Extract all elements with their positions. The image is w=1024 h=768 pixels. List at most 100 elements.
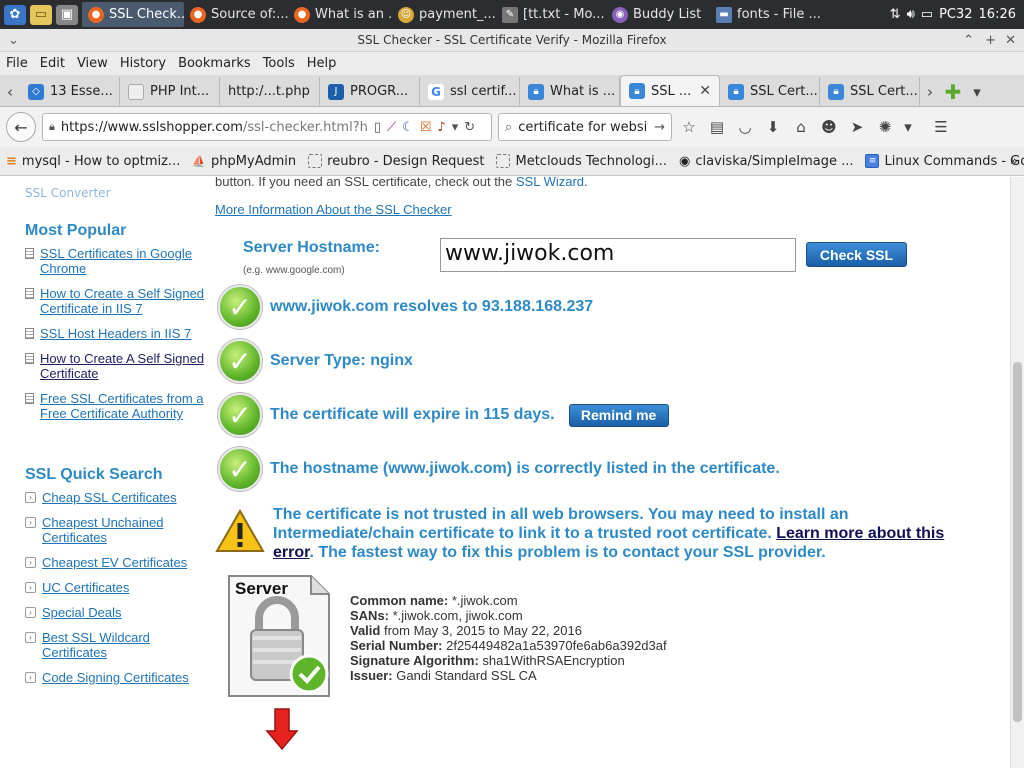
menu-view[interactable]: View [77, 56, 108, 71]
bookmark-star-icon[interactable]: ☆ [678, 116, 700, 138]
bookmark-label: reubro - Design Request [327, 153, 485, 169]
menu-bar: File Edit View History Bookmarks Tools H… [0, 52, 1024, 75]
file-manager-launcher-icon[interactable]: ▭ [30, 4, 52, 25]
result-text: Server Type: nginx [270, 352, 413, 369]
extension-icon-2[interactable]: ☾ [402, 120, 414, 135]
bookmark-phpmyadmin[interactable]: ⛵ phpMyAdmin [192, 154, 296, 169]
tab-progr[interactable]: J PROGR... [320, 77, 420, 106]
hamburger-menu-icon[interactable]: ☰ [930, 116, 952, 138]
reload-icon[interactable]: ↻ [464, 120, 475, 135]
url-dropdown-icon[interactable]: ▾ [452, 120, 459, 135]
task-ssl-checker[interactable]: ● SSL Check... [82, 2, 184, 27]
tab-scroll-left-icon[interactable]: ‹ [0, 77, 20, 106]
close-window-icon[interactable]: ✕ [1005, 29, 1016, 52]
remind-me-button[interactable]: Remind me [568, 403, 669, 427]
quick-link[interactable]: Best SSL Wildcard Certificates [42, 630, 205, 660]
popular-link[interactable]: Free SSL Certificates from a Free Certif… [40, 391, 205, 421]
url-bar[interactable]: 🔒︎ https://www.sslshopper.com/ssl-checke… [42, 113, 492, 141]
popular-link[interactable]: SSL Host Headers in IIS 7 [40, 326, 191, 341]
reading-list-icon[interactable]: ▤ [706, 116, 728, 138]
volume-icon[interactable]: 🔊︎ [907, 7, 915, 22]
github-icon: ◉ [679, 153, 691, 169]
task-payment[interactable]: ☺ payment_... [392, 2, 496, 27]
quick-link[interactable]: UC Certificates [42, 580, 129, 595]
tab-ssl-certif[interactable]: G ssl certif... [420, 77, 520, 106]
more-info-link[interactable]: More Information About the SSL Checker [215, 202, 452, 217]
search-input[interactable]: certificate for website [518, 120, 648, 135]
search-bar[interactable]: ⌕ certificate for website → [498, 113, 672, 141]
keyboard-icon[interactable]: ▭ [921, 7, 933, 22]
page-scrollbar[interactable] [1010, 177, 1024, 768]
quick-link[interactable]: Cheapest EV Certificates [42, 555, 187, 570]
tab-what-is[interactable]: 🔒︎ What is ... [520, 77, 620, 106]
tab-php-int[interactable]: PHP Int... [120, 77, 220, 106]
quick-link[interactable]: Special Deals [42, 605, 122, 620]
home-icon[interactable]: ⌂ [790, 116, 812, 138]
ssl-converter-link[interactable]: SSL Converter [25, 186, 111, 200]
quick-link[interactable]: Cheapest Unchained Certificates [42, 515, 205, 545]
clock[interactable]: 16:26 [979, 7, 1016, 22]
quick-link[interactable]: Code Signing Certificates [42, 670, 189, 685]
tab-scroll-right-icon[interactable]: › [920, 77, 940, 106]
menu-bookmarks[interactable]: Bookmarks [178, 56, 251, 71]
downloads-icon[interactable]: ⬇ [762, 116, 784, 138]
popular-link[interactable]: SSL Certificates in Google Chrome [40, 246, 205, 276]
chat-icon[interactable]: ☻ [818, 116, 840, 138]
send-icon[interactable]: ➤ [846, 116, 868, 138]
bookmark-reubro[interactable]: reubro - Design Request [308, 154, 484, 169]
extension-icon-1[interactable]: ⟋ [387, 120, 396, 135]
tab-13-esse[interactable]: ◇ 13 Esse... [20, 77, 120, 106]
minimize-icon[interactable]: ⌃ [963, 29, 974, 52]
bookmark-label: Metclouds Technologi... [515, 153, 668, 169]
popular-link[interactable]: How to Create A Self Signed Certificate [40, 351, 205, 381]
desktop-launcher-icon[interactable]: ▣ [56, 4, 78, 25]
menu-edit[interactable]: Edit [40, 56, 65, 71]
window-menu-icon[interactable]: ⌄ [8, 29, 19, 52]
menu-file[interactable]: File [6, 56, 28, 71]
hostname-input[interactable]: www.jiwok.com [440, 238, 796, 272]
quick-link[interactable]: Cheap SSL Certificates [42, 490, 177, 505]
close-tab-icon[interactable]: ✕ [699, 83, 711, 99]
task-tt-txt[interactable]: ✎ [tt.txt - Mo... [496, 2, 606, 27]
task-fonts[interactable]: ▬ fonts - File ... [710, 2, 822, 27]
menu-help[interactable]: Help [307, 56, 337, 71]
check-ssl-button[interactable]: Check SSL [806, 242, 907, 267]
extension-dropdown-icon[interactable]: ▾ [902, 116, 914, 138]
task-buddy-list[interactable]: ◉ Buddy List [606, 2, 710, 27]
maximize-icon[interactable]: + [985, 29, 996, 52]
network-icon[interactable]: ⇅ [890, 7, 901, 22]
pocket-icon[interactable]: ◡ [734, 116, 756, 138]
window-titlebar[interactable]: ⌄ SSL Checker - SSL Certificate Verify -… [0, 29, 1024, 52]
tab-http-php[interactable]: http:/...t.php [220, 77, 320, 106]
menu-history[interactable]: History [120, 56, 166, 71]
bookmark-linux-commands[interactable]: ≡ Linux Commands - Go... [865, 154, 1024, 169]
bookmark-mysql[interactable]: ≡ mysql - How to optmiz... [6, 154, 180, 169]
bookmark-metclouds[interactable]: Metclouds Technologi... [496, 154, 667, 169]
tab-ssl-cert-2[interactable]: 🔒︎ SSL Cert... [820, 77, 920, 106]
system-tray: ⇅ 🔊︎ ▭ PC32 16:26 [890, 0, 1024, 29]
task-source-of[interactable]: ● Source of:... [184, 2, 288, 27]
menu-tools[interactable]: Tools [263, 56, 295, 71]
extension-icon-4[interactable]: ♪ [437, 120, 445, 135]
extension-icon-3[interactable]: ☒ [420, 120, 432, 135]
search-go-icon[interactable]: → [654, 120, 665, 135]
valid-label: Valid [350, 623, 381, 638]
new-tab-icon[interactable]: ✚ [940, 77, 966, 106]
tab-ssl-active[interactable]: 🔒︎ SSL ... ✕ [620, 75, 720, 106]
bookmark-simpleimage[interactable]: ◉ claviska/SimpleImage ... [679, 154, 853, 169]
back-button[interactable]: ← [6, 112, 36, 142]
result-hostname-listed: ✓ The hostname (www.jiwok.com) is correc… [218, 447, 780, 491]
bookmarks-overflow-icon[interactable]: » [1010, 154, 1018, 169]
scrollbar-thumb[interactable] [1013, 362, 1022, 722]
task-what-is[interactable]: ● What is an ... [288, 2, 392, 27]
app-menu-icon[interactable]: ✿ [4, 4, 26, 25]
ssl-wizard-link[interactable]: SSL Wizard [516, 177, 584, 189]
tab-bar: ‹ ◇ 13 Esse... PHP Int... http:/...t.php… [0, 75, 1024, 107]
tab-ssl-cert-1[interactable]: 🔒︎ SSL Cert... [720, 77, 820, 106]
issuer-value: Gandi Standard SSL CA [392, 668, 537, 683]
list-all-tabs-icon[interactable]: ▾ [966, 77, 988, 106]
extension-bug-icon[interactable]: ✺ [874, 116, 896, 138]
popular-link[interactable]: How to Create a Self Signed Certificate … [40, 286, 205, 316]
lock-icon[interactable]: 🔒︎ [49, 120, 55, 134]
reader-view-icon[interactable]: ▯ [374, 120, 381, 135]
